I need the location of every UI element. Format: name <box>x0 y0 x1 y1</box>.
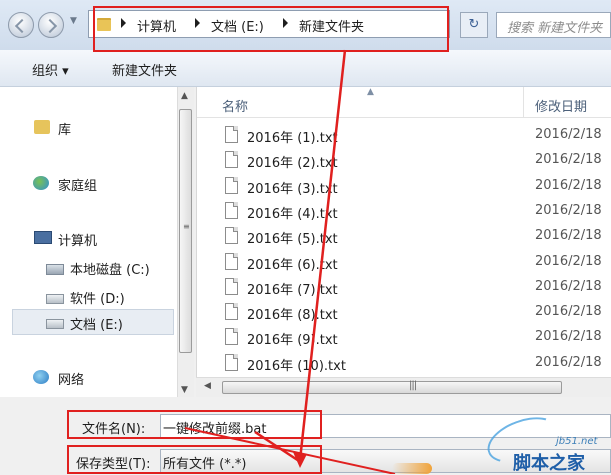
watermark-name: 脚本之家 <box>513 453 585 474</box>
orange-annotation-mark <box>392 463 432 474</box>
watermark-domain: jb51.net <box>556 436 598 447</box>
annotation-arrow-line <box>298 49 347 461</box>
annotation-arrows <box>184 49 396 474</box>
annotation-arrow-line <box>184 427 396 474</box>
